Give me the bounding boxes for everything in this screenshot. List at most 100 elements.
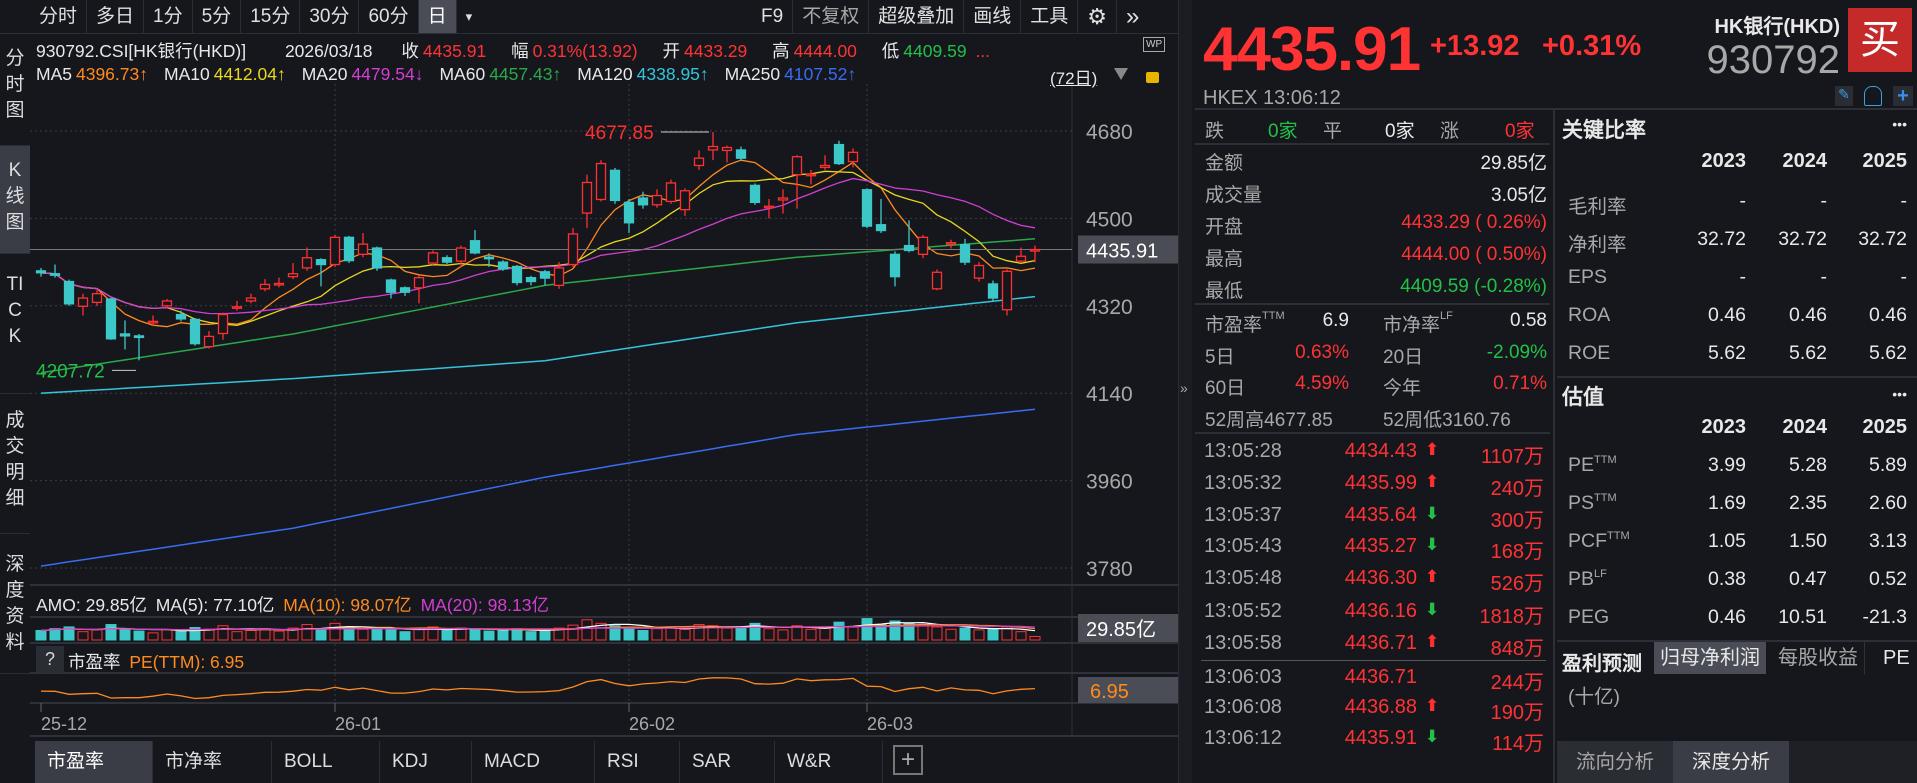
forecast-tab-eps[interactable]: 每股收益 bbox=[1772, 642, 1865, 674]
side-tab-trades[interactable]: 成交明细 bbox=[0, 394, 30, 534]
divider bbox=[1195, 303, 1550, 305]
volume-bar bbox=[147, 632, 159, 641]
valuation-more-button[interactable]: ••• bbox=[1892, 386, 1907, 402]
forecast-tab-net-profit[interactable]: 归母净利润 bbox=[1654, 642, 1766, 674]
help-button[interactable]: ? bbox=[36, 646, 64, 673]
side-tab-intraday[interactable]: 分时图 bbox=[0, 34, 30, 146]
buy-button[interactable]: 买 bbox=[1848, 8, 1912, 72]
stat-value: 4433.29 ( 0.26%) bbox=[1401, 212, 1547, 233]
stat-label: 开盘 bbox=[1205, 217, 1244, 238]
x-tick-label: 26-01 bbox=[335, 714, 381, 734]
tick-volume: 190万 bbox=[1490, 702, 1544, 724]
pe-sup: TTM bbox=[1262, 310, 1285, 322]
low-value: 4409.59 bbox=[903, 41, 967, 61]
volume-bar bbox=[959, 627, 971, 641]
collapse-icon[interactable]: » bbox=[1180, 380, 1188, 396]
period-tab-intraday[interactable]: 分时 bbox=[30, 0, 88, 33]
row-label-text: ROE bbox=[1568, 342, 1611, 364]
cell-value: - bbox=[1820, 190, 1828, 212]
cell-value: 0.52 bbox=[1869, 568, 1907, 590]
tab-sar[interactable]: SAR bbox=[680, 741, 775, 783]
volume-bar bbox=[371, 627, 383, 641]
bell-icon[interactable] bbox=[1864, 86, 1882, 106]
candle-body bbox=[903, 244, 915, 252]
overlay-button[interactable]: 超级叠加 bbox=[869, 0, 965, 33]
pe-label-text: 市盈率 bbox=[1205, 315, 1263, 336]
candle-body bbox=[889, 253, 901, 278]
volume-bar bbox=[791, 625, 803, 641]
candle-body bbox=[679, 190, 691, 211]
cell-value: 1.05 bbox=[1708, 530, 1746, 552]
lock-icon[interactable] bbox=[1146, 72, 1159, 83]
divider bbox=[1557, 376, 1917, 378]
period-tab-5min[interactable]: 5分 bbox=[193, 0, 242, 33]
period-tab-30min[interactable]: 30分 bbox=[300, 0, 360, 33]
volume-bar bbox=[861, 618, 873, 641]
tab-flow-analysis[interactable]: 流向分析 bbox=[1557, 741, 1673, 783]
tick-time: 13:05:32 bbox=[1204, 472, 1282, 494]
period-tab-multiday[interactable]: 多日 bbox=[87, 0, 145, 33]
candle-body bbox=[329, 236, 341, 266]
add-indicator-button[interactable]: + bbox=[893, 745, 923, 775]
volume-bar bbox=[273, 630, 285, 641]
f9-button[interactable]: F9 bbox=[752, 0, 794, 33]
tools-button[interactable]: 工具 bbox=[1021, 0, 1079, 33]
pencil-icon[interactable]: ✎ bbox=[1835, 86, 1853, 106]
pe-legend: 市盈率 PE(TTM): 6.95 bbox=[68, 649, 248, 674]
high-label: 高 bbox=[772, 41, 790, 61]
side-tab-tick[interactable]: TICK bbox=[0, 254, 30, 394]
candle-body bbox=[427, 252, 439, 264]
cell-value: 0.46 bbox=[1708, 606, 1746, 628]
period-tab-60min[interactable]: 60分 bbox=[359, 0, 419, 33]
volume-bar bbox=[357, 628, 369, 641]
tab-rsi[interactable]: RSI bbox=[595, 741, 680, 783]
volume-bar bbox=[329, 622, 341, 641]
tab-pb[interactable]: 市净率 bbox=[153, 741, 272, 783]
no-adjust-button[interactable]: 不复权 bbox=[793, 0, 870, 33]
draw-button[interactable]: 画线 bbox=[964, 0, 1022, 33]
tab-pe[interactable]: 市盈率 bbox=[35, 741, 153, 783]
dropdown-triangle-icon[interactable] bbox=[1114, 68, 1128, 80]
tick-price: 4435.27 bbox=[1344, 535, 1417, 557]
ratios-more-button[interactable]: ••• bbox=[1892, 116, 1907, 132]
period-tab-15min[interactable]: 15分 bbox=[241, 0, 301, 33]
forecast-tab-pe[interactable]: PE bbox=[1883, 642, 1910, 674]
period-tab-1min[interactable]: 1分 bbox=[144, 0, 193, 33]
tab-boll[interactable]: BOLL bbox=[272, 741, 380, 783]
side-tab-kline[interactable]: K线图 bbox=[0, 146, 30, 254]
last-price-box-label: 4435.91 bbox=[1086, 241, 1158, 263]
tab-depth-analysis[interactable]: 深度分析 bbox=[1673, 741, 1789, 783]
candle-body bbox=[1029, 248, 1041, 252]
pb-sup: LF bbox=[1440, 310, 1453, 322]
candle-body bbox=[371, 247, 383, 269]
add-watchlist-icon[interactable]: + bbox=[1893, 86, 1913, 106]
kline-chart[interactable]: 4680 4500 4320 4140 3960 3780 25-12 26-01 26-02 2… bbox=[0, 0, 1180, 740]
ma-legend-value: 4107.52↑ bbox=[784, 64, 857, 84]
wp-icon[interactable]: WP bbox=[1143, 37, 1166, 52]
arrow-down-icon: ⬇ bbox=[1425, 535, 1440, 554]
tick-time: 13:05:37 bbox=[1204, 504, 1282, 526]
candle-body bbox=[511, 265, 523, 284]
year-header: 2025 bbox=[1862, 150, 1908, 172]
cell-value: 0.46 bbox=[1789, 304, 1827, 326]
tab-kdj[interactable]: KDJ bbox=[380, 741, 472, 783]
cell-value: 1.50 bbox=[1789, 530, 1827, 552]
candle-body bbox=[133, 335, 145, 339]
expand-icon[interactable]: » bbox=[1117, 0, 1148, 33]
tab-macd[interactable]: MACD bbox=[472, 741, 595, 783]
tab-wr[interactable]: W&R bbox=[775, 741, 883, 783]
candle-body bbox=[441, 257, 453, 263]
gear-icon[interactable]: ⚙ bbox=[1078, 0, 1117, 33]
volume-bar bbox=[399, 631, 411, 641]
period-tab-day[interactable]: 日 bbox=[418, 0, 457, 33]
volume-bar bbox=[623, 627, 635, 641]
candle-body bbox=[469, 240, 481, 254]
candle-body bbox=[343, 236, 355, 262]
ma-days-selector[interactable]: (72日) bbox=[1050, 64, 1097, 89]
side-tab-depth[interactable]: 深度资料 bbox=[0, 534, 30, 674]
tick-price: 4434.43 bbox=[1344, 440, 1417, 462]
tick-price: 4436.16 bbox=[1344, 600, 1417, 622]
period-dropdown-icon[interactable]: ▾ bbox=[457, 0, 482, 33]
cell-value: 10.51 bbox=[1778, 606, 1827, 628]
cell-value: 3.13 bbox=[1869, 530, 1907, 552]
